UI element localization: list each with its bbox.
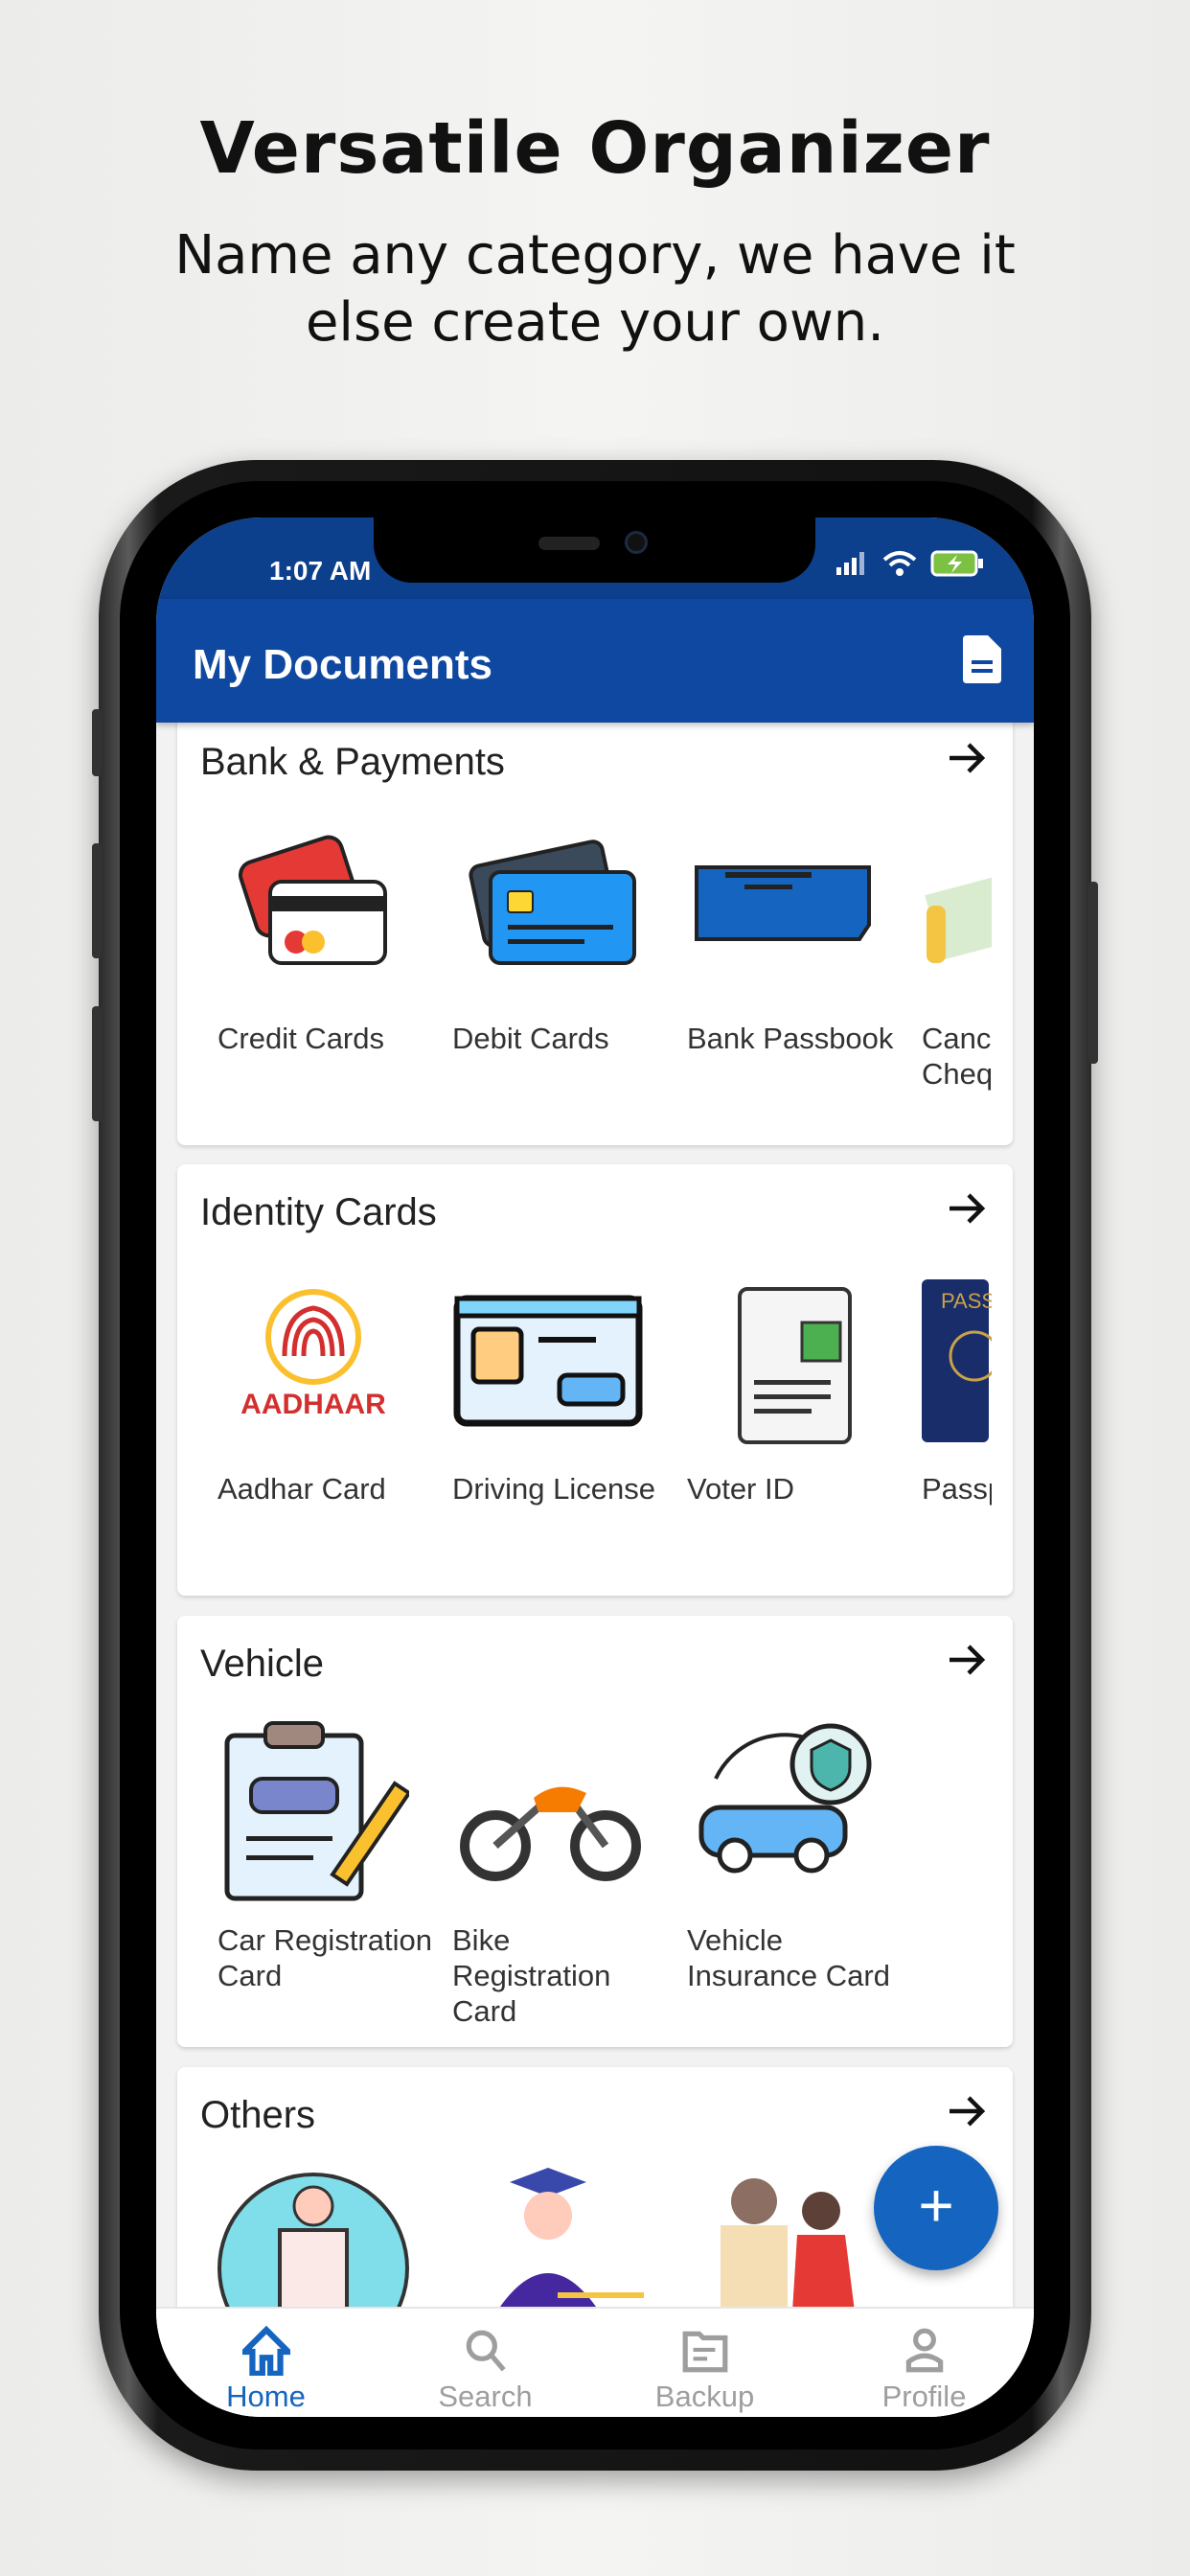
document-type-label: Car Registration Card bbox=[217, 1923, 432, 1992]
document-type-label: Cancelled Cheque bbox=[922, 1022, 992, 1091]
arrow-right-icon bbox=[950, 2096, 986, 2127]
category-card: Identity Cards AADHAAR Aadhar Card Driving … bbox=[177, 1164, 1013, 1596]
document-type-label: Credit Cards bbox=[217, 1022, 384, 1055]
category-title: Vehicle bbox=[200, 1643, 324, 1685]
category-card: Bank & Payments Credit Cards Debit Cards Ba… bbox=[177, 714, 1013, 1145]
category-title: Others bbox=[200, 2094, 316, 2136]
passbook-icon bbox=[695, 865, 871, 941]
view-all-button[interactable] bbox=[946, 1187, 988, 1234]
document-type-aadhaar[interactable]: AADHAAR Aadhar Card bbox=[217, 1260, 447, 1596]
status-time: 1:07 AM bbox=[269, 556, 372, 586]
document-type-passbook[interactable]: Bank Passbook bbox=[687, 810, 917, 1145]
document-type-car-reg[interactable]: Car Registration Card bbox=[217, 1712, 447, 2047]
document-type-label: Voter ID bbox=[687, 1472, 794, 1506]
home-icon bbox=[242, 2326, 290, 2376]
nav-label: Profile bbox=[881, 2380, 967, 2413]
view-all-button[interactable] bbox=[946, 2090, 988, 2137]
document-type-debit-card[interactable]: Debit Cards bbox=[452, 810, 682, 1145]
document-type-cheque[interactable]: Cancelled Cheque bbox=[922, 810, 992, 1145]
view-all-button[interactable] bbox=[946, 737, 988, 784]
phone-button bbox=[92, 843, 102, 958]
phone-button bbox=[92, 1006, 102, 1121]
category-title: Identity Cards bbox=[200, 1191, 437, 1233]
document-type-label: Bank Passbook bbox=[687, 1022, 894, 1055]
add-document-button[interactable]: + bbox=[874, 2146, 998, 2270]
document-type-label: Bike Registration Card bbox=[452, 1923, 611, 2028]
app-screen: 1:07 AM My Documents Bank & Payments Cred… bbox=[156, 518, 1034, 2417]
phone-button bbox=[1088, 882, 1098, 1064]
license-icon bbox=[453, 1295, 643, 1427]
category-items[interactable]: Credit Cards Debit Cards Bank Passbook Canc… bbox=[177, 810, 992, 1145]
promo-subtitle-line1: Name any category, we have it bbox=[174, 224, 1016, 287]
svg-text:PASS: PASS bbox=[941, 1289, 992, 1313]
folder-icon bbox=[682, 2331, 728, 2373]
nav-profile[interactable]: Profile bbox=[814, 2309, 1034, 2417]
category-card: Vehicle Car Registration Card Bike Registr… bbox=[177, 1616, 1013, 2047]
app-bar: My Documents bbox=[156, 599, 1034, 723]
view-all-button[interactable] bbox=[946, 1639, 988, 1686]
document-type-label: Vehicle Insurance Card bbox=[687, 1923, 890, 1992]
document-type-bike[interactable]: Bike Registration Card bbox=[452, 1712, 682, 2047]
phone-notch bbox=[374, 518, 815, 583]
document-icon bbox=[963, 635, 1001, 683]
arrow-right-icon bbox=[950, 743, 986, 773]
debit-card-icon bbox=[469, 840, 636, 965]
wifi-icon bbox=[882, 551, 917, 576]
phone-button bbox=[92, 709, 102, 776]
category-items[interactable]: AADHAAR Aadhar Card Driving License Voter I… bbox=[177, 1260, 992, 1596]
promo-subtitle-line2: else create your own. bbox=[305, 291, 885, 354]
document-type-label: Debit Cards bbox=[452, 1022, 609, 1055]
promo-title: Versatile Organizer bbox=[199, 107, 991, 190]
document-type-credit-card[interactable]: Credit Cards bbox=[217, 810, 447, 1145]
aadhaar-icon: AADHAAR bbox=[240, 1289, 386, 1420]
document-type-passport[interactable]: PASS Passport bbox=[922, 1260, 992, 1596]
search-icon bbox=[466, 2330, 506, 2372]
document-type-insurance[interactable]: Vehicle Insurance Card bbox=[687, 1712, 917, 2047]
nav-backup[interactable]: Backup bbox=[595, 2309, 814, 2417]
person-icon bbox=[905, 2328, 944, 2373]
page-title: My Documents bbox=[193, 641, 492, 688]
credit-card-icon bbox=[238, 835, 387, 965]
nav-home[interactable]: Home bbox=[156, 2309, 376, 2417]
nav-label: Search bbox=[438, 2380, 533, 2413]
document-type-label: Passport bbox=[922, 1472, 992, 1506]
category-items[interactable]: Car Registration Card Bike Registration C… bbox=[177, 1712, 992, 2047]
nav-label: Backup bbox=[654, 2380, 755, 2413]
signal-icon bbox=[836, 552, 864, 575]
document-type-license[interactable]: Driving License bbox=[452, 1260, 682, 1596]
insurance-icon bbox=[698, 1723, 872, 1874]
voter-icon bbox=[738, 1287, 852, 1444]
promo-subtitle: Name any category, we have it else creat… bbox=[0, 222, 1190, 356]
svg-text:AADHAAR: AADHAAR bbox=[240, 1389, 386, 1420]
bottom-nav: Home Search Backup Profile bbox=[156, 2307, 1034, 2417]
document-type-label: Driving License bbox=[452, 1472, 655, 1506]
arrow-right-icon bbox=[950, 1644, 986, 1675]
arrow-right-icon bbox=[950, 1193, 986, 1224]
nav-search[interactable]: Search bbox=[376, 2309, 595, 2417]
nav-label: Home bbox=[226, 2380, 306, 2413]
document-type-label: Aadhar Card bbox=[217, 1472, 386, 1506]
bike-icon bbox=[460, 1786, 641, 1881]
battery-icon bbox=[930, 550, 983, 577]
document-type-voter[interactable]: Voter ID bbox=[687, 1260, 917, 1596]
category-title: Bank & Payments bbox=[200, 741, 505, 783]
documents-button[interactable] bbox=[963, 635, 1001, 688]
cheque-icon bbox=[925, 861, 992, 963]
passport-icon: PASS bbox=[922, 1279, 992, 1442]
car-reg-icon bbox=[224, 1721, 409, 1901]
